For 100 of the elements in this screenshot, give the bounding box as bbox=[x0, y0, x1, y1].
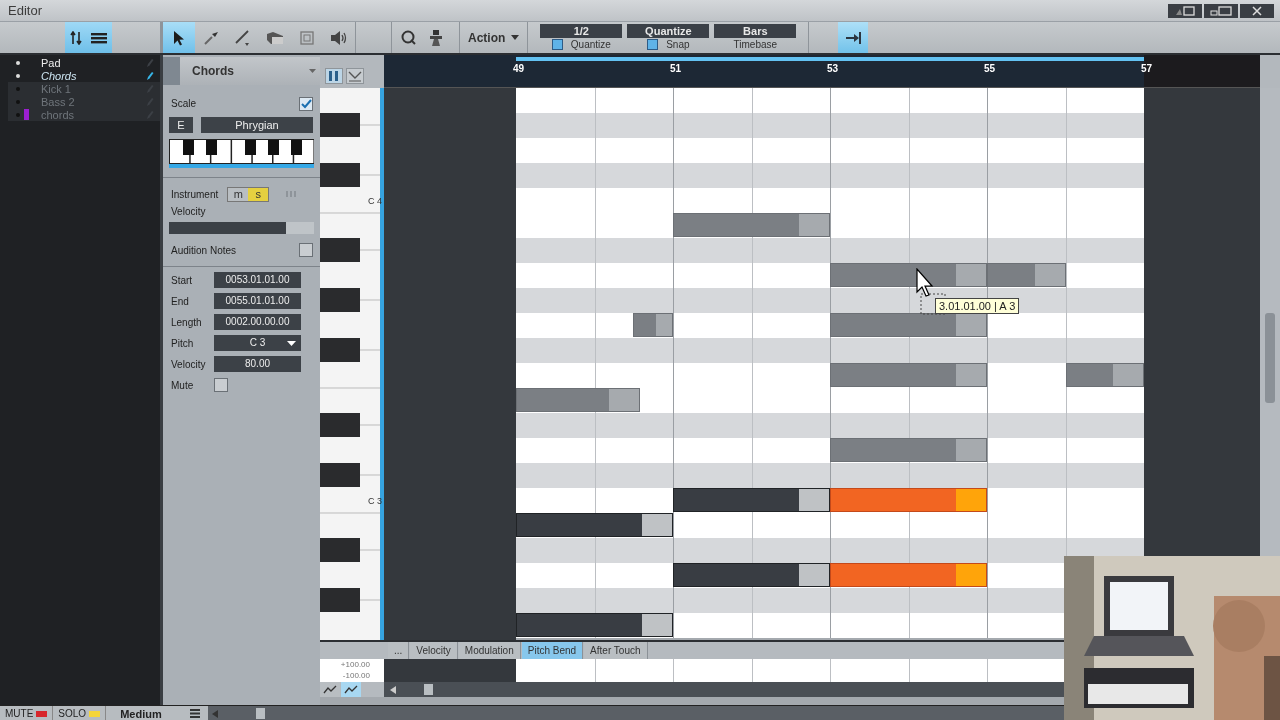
caret-icon bbox=[287, 341, 296, 346]
curve-icon bbox=[323, 685, 337, 694]
automation-tab[interactable]: Modulation bbox=[458, 642, 521, 659]
quantize-value[interactable]: Quantize bbox=[627, 24, 710, 38]
scale-field[interactable]: Phrygian bbox=[201, 117, 313, 133]
menu-icon[interactable] bbox=[190, 709, 201, 718]
bar-number: 49 bbox=[513, 63, 525, 74]
window-title: Editor bbox=[8, 3, 42, 18]
close-button[interactable] bbox=[1240, 3, 1274, 18]
field-label: Length bbox=[171, 316, 203, 328]
tool-button[interactable] bbox=[163, 22, 195, 53]
note-grid[interactable]: 3.01.01.00 | A 3 bbox=[516, 88, 1144, 638]
range-label: +100.00 bbox=[340, 659, 370, 670]
audition-checkbox[interactable] bbox=[299, 243, 313, 257]
field-label: Pitch bbox=[171, 337, 195, 349]
automation-tab[interactable]: Pitch Bend bbox=[521, 642, 584, 659]
midi-note[interactable] bbox=[516, 613, 673, 637]
input-field[interactable]: 0002.00.00.00 bbox=[214, 314, 301, 330]
caret-icon bbox=[309, 69, 316, 73]
follow-button[interactable] bbox=[838, 22, 869, 53]
velocity-slider[interactable] bbox=[169, 222, 314, 234]
midi-note[interactable] bbox=[673, 563, 830, 587]
timeline-ruler[interactable]: 49 51 53 55 57 bbox=[384, 55, 1260, 88]
curve-mode-button[interactable] bbox=[341, 682, 361, 697]
track-selector[interactable]: Chords bbox=[163, 57, 320, 85]
root-note-button[interactable]: E bbox=[169, 117, 193, 133]
arrow-right-icon bbox=[845, 31, 862, 44]
field-label: End bbox=[171, 295, 190, 307]
bar-number: 51 bbox=[670, 63, 682, 74]
field-label: Start bbox=[171, 274, 194, 286]
automation-tab[interactable]: ... bbox=[388, 642, 410, 659]
zoom-level[interactable]: Medium bbox=[120, 707, 181, 720]
input-field[interactable]: 0053.01.01.00 bbox=[214, 272, 301, 288]
zoom-scrollbar[interactable] bbox=[208, 706, 1064, 720]
scale-label: Scale bbox=[171, 98, 196, 109]
toggle-checkbox[interactable] bbox=[647, 39, 659, 50]
bar-number: 57 bbox=[1141, 63, 1153, 74]
fold-icon[interactable] bbox=[346, 68, 364, 84]
field-label: Velocity bbox=[171, 358, 207, 370]
dots-icon bbox=[285, 191, 298, 197]
automation-tab[interactable]: After Touch bbox=[584, 642, 648, 659]
restore-button[interactable] bbox=[1168, 3, 1202, 18]
octave-label: C 3 bbox=[368, 496, 382, 506]
setting-label: Timebase bbox=[733, 39, 778, 50]
octave-label: C 4 bbox=[368, 196, 382, 206]
scroll-left-icon bbox=[390, 685, 396, 694]
range-label: -100.00 bbox=[342, 670, 370, 681]
maximize-button[interactable] bbox=[1204, 3, 1238, 18]
toggle-button[interactable]: m bbox=[228, 187, 249, 201]
caret-icon bbox=[511, 35, 520, 40]
scroll-thumb[interactable] bbox=[424, 684, 433, 695]
mute-checkbox[interactable] bbox=[214, 378, 228, 392]
check-icon bbox=[300, 98, 312, 109]
solo-button[interactable]: SOLO bbox=[53, 706, 107, 720]
zoom-icon bbox=[400, 29, 417, 46]
quantize-value[interactable]: 1/2 bbox=[540, 24, 623, 38]
field-label: Mute bbox=[171, 379, 195, 391]
scale-checkbox[interactable] bbox=[299, 96, 313, 111]
audition-label: Audition Notes bbox=[171, 244, 237, 256]
toggle-button[interactable]: s bbox=[248, 187, 269, 201]
view-toggle[interactable] bbox=[65, 22, 112, 53]
curve-mode-button[interactable] bbox=[320, 682, 340, 697]
input-field[interactable]: 80.00 bbox=[214, 356, 301, 372]
toggle-checkbox[interactable] bbox=[551, 39, 563, 50]
keys-icon[interactable] bbox=[325, 68, 343, 84]
midi-note[interactable] bbox=[516, 513, 673, 537]
pipette-icon bbox=[203, 29, 219, 46]
midi-note[interactable] bbox=[632, 313, 673, 337]
instrument-label: Instrument bbox=[171, 188, 219, 200]
arrow-icon bbox=[173, 29, 185, 46]
pencil-icon bbox=[146, 70, 154, 81]
scroll-thumb[interactable] bbox=[256, 708, 266, 719]
pitch-dropdown[interactable]: C 3 bbox=[214, 335, 301, 351]
action-menu[interactable]: Action bbox=[459, 22, 529, 53]
panel-corner bbox=[1260, 55, 1280, 88]
sort-icon bbox=[69, 30, 82, 45]
setting-label: Snap bbox=[666, 39, 690, 50]
line-icon bbox=[234, 28, 252, 47]
pencil-icon bbox=[146, 109, 154, 120]
midi-note[interactable] bbox=[830, 263, 987, 287]
input-field[interactable]: 0055.01.01.00 bbox=[214, 293, 301, 309]
midi-note[interactable] bbox=[673, 488, 830, 512]
scroll-left-icon bbox=[212, 709, 219, 718]
bar-number: 55 bbox=[984, 63, 996, 74]
horizontal-scrollbar[interactable] bbox=[384, 682, 1064, 697]
restore-icon bbox=[1174, 5, 1196, 16]
automation-tab[interactable]: Velocity bbox=[410, 642, 458, 659]
pencil-icon bbox=[146, 83, 154, 94]
quantize-value[interactable]: Bars bbox=[714, 24, 797, 38]
mute-button[interactable]: MUTE bbox=[0, 706, 54, 720]
tooltip: 3.01.01.00 | A 3 bbox=[935, 298, 1020, 314]
setting-label: Quantize bbox=[570, 39, 611, 50]
scale-keyboard[interactable] bbox=[169, 139, 314, 168]
speaker-icon bbox=[330, 29, 348, 46]
frame-icon bbox=[300, 30, 314, 45]
bar-number: 53 bbox=[827, 63, 839, 74]
vertical-scrollbar[interactable] bbox=[1260, 88, 1280, 556]
eraser-icon bbox=[266, 30, 284, 45]
maximize-icon bbox=[1210, 5, 1232, 16]
velocity-label: Velocity bbox=[171, 206, 207, 219]
